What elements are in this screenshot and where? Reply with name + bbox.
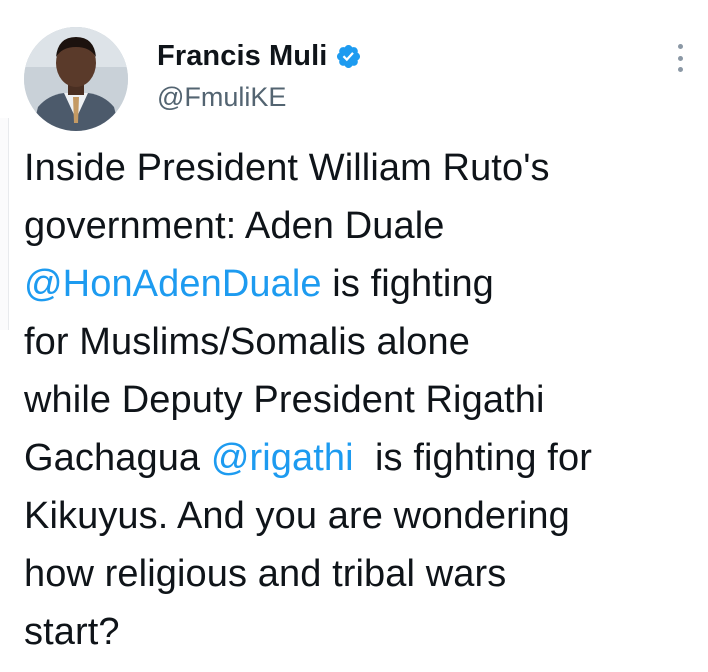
tweet-line: start? (24, 611, 120, 653)
avatar[interactable] (24, 27, 128, 131)
verified-badge-icon (335, 43, 362, 70)
tweet-text: Inside President William Ruto's governme… (24, 139, 694, 661)
tweet-line: while Deputy President Rigathi (24, 379, 545, 421)
tweet-line: government: Aden Duale (24, 205, 445, 247)
tweet-line: Inside President William Ruto's (24, 147, 550, 189)
more-options-button[interactable] (668, 44, 692, 72)
mention-link-rigathi[interactable]: @rigathi (211, 437, 354, 479)
more-vertical-icon (677, 67, 683, 72)
avatar-photo-icon (24, 27, 128, 131)
user-handle[interactable]: @FmuliKE (157, 82, 362, 113)
left-edge-divider (0, 118, 9, 330)
tweet-line-text: is fighting (321, 263, 494, 305)
tweet-line-text: is fighting for (353, 437, 592, 479)
tweet-line: how religious and tribal wars (24, 553, 507, 595)
more-vertical-icon (677, 44, 683, 49)
tweet-line: Kikuyus. And you are wondering (24, 495, 570, 537)
author-info: Francis Muli @FmuliKE (157, 36, 362, 113)
name-row: Francis Muli (157, 36, 362, 76)
more-vertical-icon (677, 55, 683, 61)
tweet-line-text: Gachagua (24, 437, 211, 479)
tweet-line: Gachagua @rigathi is fighting for (24, 429, 694, 487)
tweet-card: Francis Muli @FmuliKE Inside President W… (0, 0, 708, 672)
tweet-line: @HonAdenDuale is fighting (24, 255, 694, 313)
mention-link-honadenduale[interactable]: @HonAdenDuale (24, 263, 322, 305)
display-name[interactable]: Francis Muli (157, 40, 327, 73)
tweet-line: for Muslims/Somalis alone (24, 321, 470, 363)
